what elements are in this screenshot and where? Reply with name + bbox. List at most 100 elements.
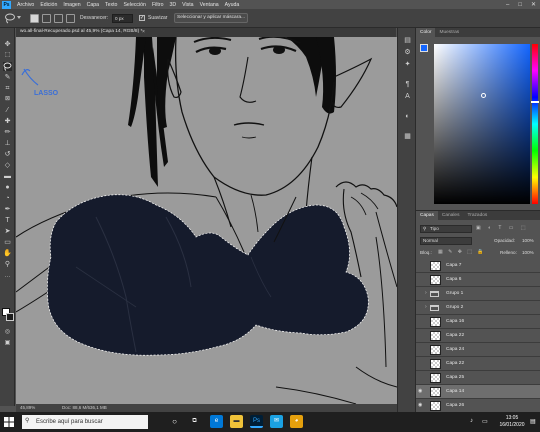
blend-mode-select[interactable]: Normal (420, 237, 472, 245)
more-tools-icon[interactable]: ··· (3, 273, 12, 282)
menu-3d[interactable]: 3D (169, 2, 176, 8)
dodge-tool-icon[interactable]: ◔ (3, 194, 12, 203)
zoom-level[interactable]: 45,89% (20, 405, 35, 410)
rectangle-tool-icon[interactable]: ▭ (3, 238, 12, 247)
eyedropper-tool-icon[interactable]: ⁄ (3, 106, 12, 115)
document-tab[interactable]: wo.all-final-Recuperado.psd al 45,9% (Ca… (16, 28, 396, 37)
layer-row[interactable]: Capa 22 (416, 329, 540, 343)
intersect-selection-icon[interactable] (66, 14, 75, 23)
feather-input[interactable]: 0 px (112, 14, 133, 23)
type-tool-icon[interactable]: T (3, 216, 12, 225)
group-expand-icon[interactable]: › (425, 304, 427, 310)
firefox-icon[interactable]: ◕ (290, 415, 303, 428)
hue-slider[interactable] (531, 44, 539, 204)
tab-color[interactable]: Color (416, 28, 436, 37)
menu-archivo[interactable]: Archivo (17, 2, 34, 8)
quick-selection-tool-icon[interactable]: ✎ (3, 73, 12, 82)
blur-tool-icon[interactable]: ● (3, 183, 12, 192)
background-color-swatch[interactable] (6, 313, 14, 321)
add-selection-icon[interactable] (42, 14, 51, 23)
file-explorer-icon[interactable]: ▬ (230, 415, 243, 428)
libraries-panel-icon[interactable]: ▦ (403, 132, 412, 141)
crop-tool-icon[interactable]: ⌗ (3, 84, 12, 93)
tab-layers[interactable]: Capas (416, 211, 438, 220)
healing-brush-tool-icon[interactable]: ✚ (3, 117, 12, 126)
visibility-toggle-icon[interactable] (418, 347, 424, 352)
layer-filter-select[interactable]: ⚲ Tipo (420, 225, 472, 233)
subtract-selection-icon[interactable] (54, 14, 63, 23)
document-canvas[interactable]: LASSO (16, 37, 397, 404)
layer-row[interactable]: Capa 7 (416, 259, 540, 273)
lock-icons[interactable]: ▦ ✎ ✥ ⬚ 🔒 (438, 249, 486, 255)
maximize-icon[interactable]: □ (518, 2, 522, 8)
gradient-tool-icon[interactable]: ▬ (3, 172, 12, 181)
layer-row[interactable]: Capa 16 (416, 315, 540, 329)
layer-row[interactable]: ◉ Capa 14 (416, 385, 540, 399)
properties-panel-icon[interactable]: ⚙ (403, 48, 412, 57)
taskbar-search-box[interactable]: Escribe aquí para buscar (22, 415, 148, 429)
frame-tool-icon[interactable]: ⊠ (3, 95, 12, 104)
task-view-icon[interactable]: ⧉ (188, 415, 201, 428)
layer-filter-icons[interactable]: ▣ ◐ T ▭ ⬚ (476, 225, 538, 233)
visibility-toggle-icon[interactable] (418, 361, 424, 366)
move-tool-icon[interactable]: ✥ (3, 40, 12, 49)
photoshop-taskbar-icon[interactable]: Ps (250, 415, 263, 428)
minimize-icon[interactable]: – (506, 2, 509, 8)
layer-row[interactable]: › Grupo 1 (416, 287, 540, 301)
menu-imagen[interactable]: Imagen (63, 2, 80, 8)
quick-mask-icon[interactable]: ◎ (3, 328, 12, 337)
menu-texto[interactable]: Texto (105, 2, 117, 8)
tab-swatches[interactable]: Muestras (435, 28, 463, 37)
opacity-value[interactable]: 100% (522, 238, 534, 243)
eraser-tool-icon[interactable]: ◇ (3, 161, 12, 170)
layer-row[interactable]: Capa 22 (416, 357, 540, 371)
select-and-mask-button[interactable]: Seleccionar y aplicar máscara... (174, 13, 248, 23)
menu-seleccion[interactable]: Selección (123, 2, 146, 8)
character-panel-icon[interactable]: A (403, 92, 412, 101)
fill-value[interactable]: 100% (522, 250, 534, 255)
history-brush-tool-icon[interactable]: ↺ (3, 150, 12, 159)
lasso-tool-icon[interactable] (3, 62, 12, 71)
pen-tool-icon[interactable]: ✒ (3, 205, 12, 214)
layer-row[interactable]: Capa 6 (416, 273, 540, 287)
volume-icon[interactable]: ♪ (470, 418, 473, 424)
preset-chevron-down-icon[interactable] (17, 16, 21, 20)
menu-filtro[interactable]: Filtro (152, 2, 164, 8)
cortana-icon[interactable]: ○ (168, 415, 181, 428)
close-icon[interactable]: ✕ (531, 1, 536, 8)
clock-date[interactable]: 16/01/2020 (497, 422, 527, 428)
layer-row[interactable]: Capa 24 (416, 343, 540, 357)
marquee-tool-icon[interactable]: ⬚ (3, 51, 12, 60)
foreground-swatch[interactable] (420, 44, 428, 52)
menu-edicion[interactable]: Edición (40, 2, 57, 8)
tab-paths[interactable]: Trazados (463, 211, 491, 220)
eye-icon[interactable]: ◉ (418, 403, 424, 408)
edge-icon[interactable]: e (210, 415, 223, 428)
eye-icon[interactable]: ◉ (418, 389, 424, 394)
color-picker-field[interactable] (434, 44, 530, 204)
menu-ayuda[interactable]: Ayuda (225, 2, 240, 8)
layer-row[interactable]: ◉ Capa 26 (416, 399, 540, 413)
path-selection-tool-icon[interactable]: ➤ (3, 227, 12, 236)
paragraph-panel-icon[interactable]: ¶ (403, 80, 412, 89)
hand-tool-icon[interactable]: ✋ (3, 249, 12, 258)
screen-mode-icon[interactable]: ▣ (3, 339, 12, 348)
history-panel-icon[interactable]: ▤ (403, 36, 412, 45)
menu-ventana[interactable]: Ventana (200, 2, 219, 8)
mail-icon[interactable]: ✉ (270, 415, 283, 428)
menu-capa[interactable]: Capa (87, 2, 99, 8)
hue-slider-handle[interactable] (531, 101, 539, 103)
new-selection-icon[interactable] (30, 14, 39, 23)
close-tab-icon[interactable]: × (142, 29, 145, 35)
visibility-toggle-icon[interactable] (418, 263, 424, 268)
menu-vista[interactable]: Vista (182, 2, 193, 8)
clone-stamp-tool-icon[interactable]: ⊥ (3, 139, 12, 148)
lasso-tool-preset-icon[interactable] (4, 13, 16, 24)
zoom-tool-icon[interactable]: ⚲ (3, 260, 12, 269)
clock-time[interactable]: 13:05 (497, 415, 527, 421)
group-expand-icon[interactable]: › (425, 290, 427, 296)
notifications-icon[interactable]: ▤ (530, 418, 536, 425)
layer-row[interactable]: › Grupo 2 (416, 301, 540, 315)
adjustments-panel-icon[interactable]: ◐ (403, 112, 412, 121)
visibility-toggle-icon[interactable] (418, 277, 424, 282)
